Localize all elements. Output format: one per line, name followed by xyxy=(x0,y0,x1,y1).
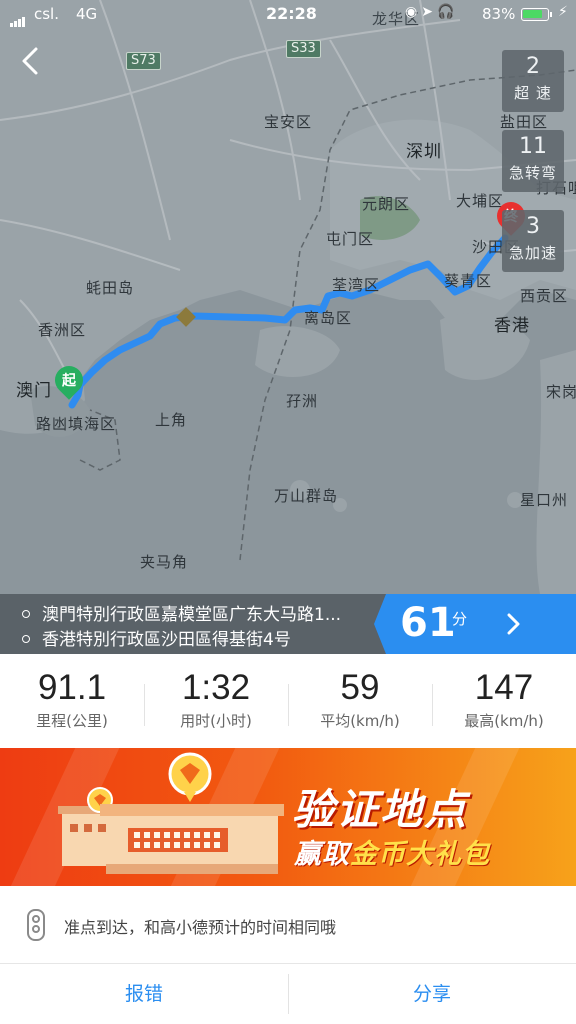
promo-banner[interactable]: 验证地点 赢取金币大礼包 xyxy=(0,748,576,886)
stat-value: 59 xyxy=(340,668,380,707)
duration-unit: 分 xyxy=(452,610,468,628)
footer-actions: 报错 分享 xyxy=(0,964,576,1024)
route-duration-button[interactable]: 61 分 xyxy=(374,594,576,654)
map-label: 荃湾区 xyxy=(332,276,381,294)
route-bar: 澳門特別行政區嘉模堂區广东大马路1... 香港特別行政區沙田區得基街4号 61 … xyxy=(0,594,576,654)
map-view[interactable]: 龙华区 宝安区 盐田区 深圳 元朗区 大埔区 屯门区 沙田区 荃湾区 葵青区 西… xyxy=(0,0,576,594)
back-button[interactable] xyxy=(14,44,48,78)
event-overspeed[interactable]: 2 超 速 xyxy=(502,50,564,112)
battery-icon xyxy=(521,8,552,21)
map-label: 宝安区 xyxy=(264,113,313,131)
share-button[interactable]: 分享 xyxy=(288,964,576,1024)
map-label: 香港 xyxy=(494,316,530,336)
status-icons: ◉➤🎧 xyxy=(405,4,459,20)
tip-text: 准点到达，和高小德预计的时间相同哦 xyxy=(64,918,337,937)
map-label: 离岛区 xyxy=(304,309,353,327)
map-label: 孖洲 xyxy=(286,392,319,410)
stat-value: 91.1 xyxy=(37,668,107,707)
map-label: 屯门区 xyxy=(326,230,375,248)
arrival-tip: 准点到达，和高小德预计的时间相同哦 xyxy=(0,886,576,964)
building-illustration-icon xyxy=(58,752,284,874)
stat-label: 里程(公里) xyxy=(36,712,108,730)
event-label: 急加速 xyxy=(508,244,557,262)
banner-title: 验证地点 xyxy=(292,785,469,834)
duration-value: 61 xyxy=(400,600,456,646)
phone-vibrate-icon xyxy=(27,909,45,941)
event-label: 急转弯 xyxy=(508,164,557,182)
network-type: 4G xyxy=(76,5,98,23)
map-label: 香洲区 xyxy=(38,321,87,339)
signal-icon xyxy=(10,9,26,27)
map-label: 星口州 xyxy=(520,491,569,509)
route-from-text: 澳門特別行政區嘉模堂區广东大马路1... xyxy=(42,605,342,625)
start-marker-label: 起 xyxy=(62,373,76,389)
charging-icon: ⚡ xyxy=(558,4,568,20)
map-label: 澳门 xyxy=(16,381,52,401)
event-count: 3 xyxy=(526,214,540,239)
status-bar: csl. 4G 22:28 ◉➤🎧 83% ⚡ xyxy=(0,0,576,30)
event-sharp-turn[interactable]: 11 急转弯 xyxy=(502,130,564,192)
origin-dot-icon xyxy=(22,610,30,618)
map-label: 宋岗 xyxy=(546,383,576,401)
stat-label: 平均(km/h) xyxy=(320,712,400,730)
start-marker: 起 xyxy=(49,360,89,402)
stat-duration: 1:32 用时(小时) xyxy=(144,654,288,748)
stat-max-speed: 147 最高(km/h) xyxy=(432,654,576,748)
banner-subtitle-highlight: 金币大礼包 xyxy=(350,839,490,870)
route-from: 澳門特別行政區嘉模堂區广东大马路1... xyxy=(22,600,341,625)
destination-dot-icon xyxy=(22,635,30,643)
map-label: 上角 xyxy=(155,411,188,429)
event-hard-accel[interactable]: 3 急加速 xyxy=(502,210,564,272)
stat-distance: 91.1 里程(公里) xyxy=(0,654,144,748)
chevron-left-icon xyxy=(22,47,38,75)
road-shield: S33 xyxy=(286,40,321,58)
clock: 22:28 xyxy=(266,4,317,23)
map-label: 西贡区 xyxy=(520,287,569,305)
map-label: 路凼填海区 xyxy=(36,415,117,433)
stat-label: 用时(小时) xyxy=(180,712,252,730)
stat-value: 1:32 xyxy=(181,668,251,707)
stat-average-speed: 59 平均(km/h) xyxy=(288,654,432,748)
map-label: 蚝田岛 xyxy=(86,279,135,297)
stat-value: 147 xyxy=(474,668,534,707)
map-label: 盐田区 xyxy=(500,113,549,131)
chevron-right-icon xyxy=(507,613,520,635)
route-to-text: 香港特別行政區沙田區得基街4号 xyxy=(42,630,291,650)
battery-percent: 83% xyxy=(482,5,516,23)
report-error-button[interactable]: 报错 xyxy=(0,964,288,1024)
map-label: 深圳 xyxy=(406,142,442,162)
map-label: 万山群岛 xyxy=(274,487,339,505)
road-shield: S73 xyxy=(126,52,161,70)
trip-stats: 91.1 里程(公里) 1:32 用时(小时) 59 平均(km/h) 147 … xyxy=(0,654,576,748)
banner-subtitle: 赢取金币大礼包 xyxy=(294,832,490,871)
event-label: 超 速 xyxy=(514,84,552,102)
map-label: 元朗区 xyxy=(362,195,411,213)
map-label: 夹马角 xyxy=(140,553,189,571)
banner-subtitle-prefix: 赢取 xyxy=(294,839,350,870)
route-to: 香港特別行政區沙田區得基街4号 xyxy=(22,625,291,650)
carrier-name: csl. xyxy=(34,5,59,23)
map-label: 葵青区 xyxy=(444,272,493,290)
stat-label: 最高(km/h) xyxy=(464,712,544,730)
route-addresses: 澳門特別行政區嘉模堂區广东大马路1... 香港特別行政區沙田區得基街4号 xyxy=(0,594,386,654)
event-count: 2 xyxy=(526,54,540,79)
event-count: 11 xyxy=(519,134,547,159)
